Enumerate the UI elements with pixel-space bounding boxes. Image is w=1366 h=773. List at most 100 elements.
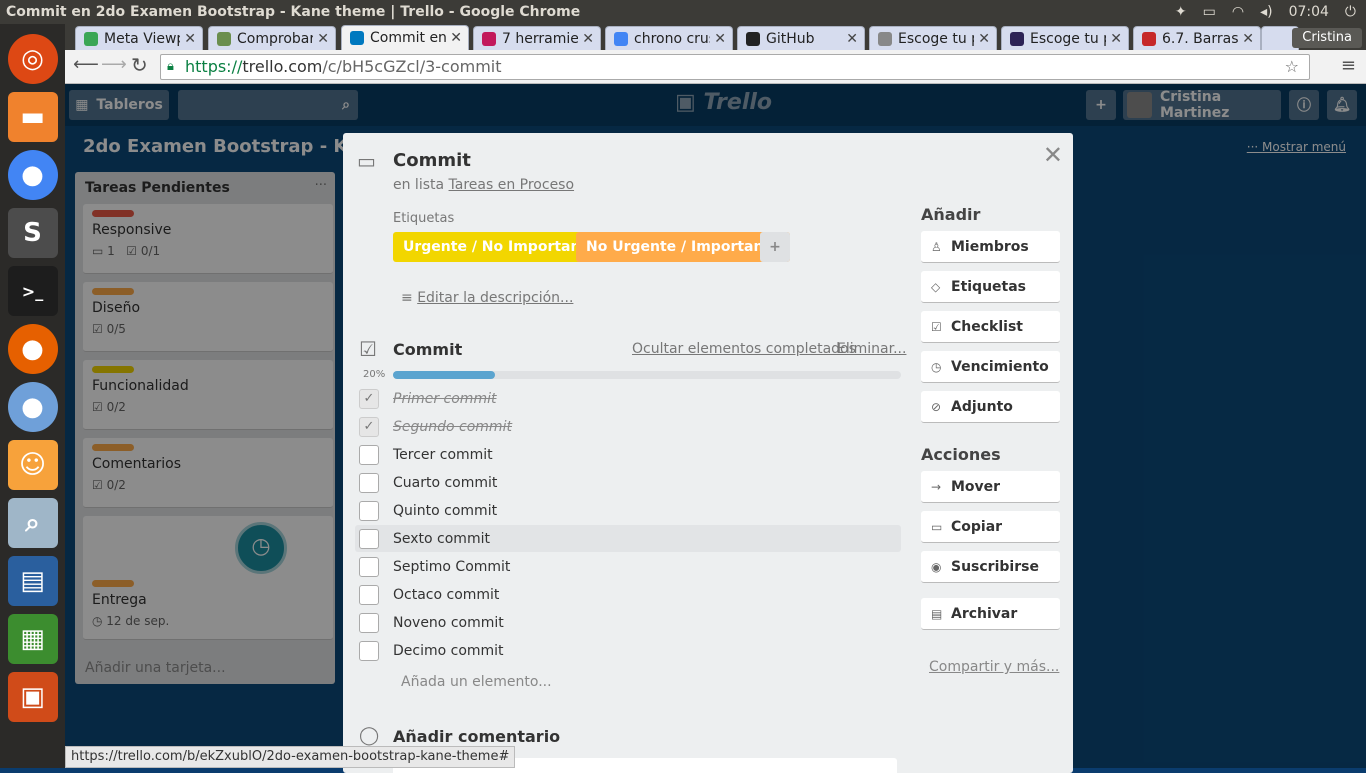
close-tab-icon[interactable]: ✕ [846,31,858,47]
files-icon[interactable]: ▬ [7,92,58,142]
add-adjunto-button[interactable]: ⊘ Adjunto [921,391,1060,423]
favicon-icon [482,31,496,46]
person-icon: ♙ [931,240,942,254]
close-tab-icon[interactable]: ✕ [714,31,726,47]
close-tab-icon[interactable]: ✕ [1110,31,1122,47]
archive-icon: ▤ [931,607,943,621]
close-tab-icon[interactable]: ✕ [1242,31,1254,47]
description-icon: ≡ [401,290,418,306]
add-miembros-button[interactable]: ♙ Miembros [921,231,1060,263]
wifi-icon[interactable]: ◠ [1232,4,1244,20]
tab-6[interactable]: GitHub ✕ [737,26,865,50]
share-more-link[interactable]: Compartir y más... [929,659,1059,675]
dropbox-icon[interactable]: ✦ [1175,4,1187,20]
close-tab-icon[interactable]: ✕ [978,31,990,47]
close-tab-icon[interactable]: ✕ [317,31,329,47]
checklist-item-checkbox[interactable] [359,557,379,577]
card-title[interactable]: Commit [393,150,471,171]
action-suscribirse-button[interactable]: ◉ Suscribirse [921,551,1060,583]
writer-icon[interactable]: ▤ [7,556,58,606]
close-tab-icon[interactable]: ✕ [450,30,462,46]
favicon-icon [746,31,760,46]
add-etiquetas-button[interactable]: ◇ Etiquetas [921,271,1060,303]
comment-icon: ◯ [359,725,380,746]
address-bar[interactable]: 🔒︎ https://trello.com/c/bH5cGZcl/3-commi… [160,54,1310,80]
checklist-item-checkbox[interactable] [359,613,379,633]
scratch-icon[interactable]: ☺ [7,440,58,490]
checklist-item[interactable]: Cuarto commit [393,475,497,491]
label-chip-2[interactable]: No Urgente / Importante [576,232,790,262]
star-icon[interactable]: ☆ [1285,55,1299,79]
checklist-item-checkbox[interactable] [359,445,379,465]
image-viewer-icon[interactable]: ⌕ [7,498,58,548]
checklist-item-checkbox[interactable] [359,473,379,493]
tab-4[interactable]: 7 herramier ✕ [473,26,601,50]
tab-2[interactable]: Comprobar ✕ [208,26,336,50]
checklist-item-checkbox[interactable]: ✓ [359,389,379,409]
checklist-item[interactable]: Sexto commit [393,531,490,547]
checklist-item[interactable]: Noveno commit [393,615,504,631]
delete-checklist-link[interactable]: Eliminar... [837,341,906,357]
ubuntu-dash-icon[interactable]: ◎ [7,34,58,84]
tab-9[interactable]: 6.7. Barras ✕ [1133,26,1261,50]
power-icon[interactable]: ⏻ [1345,4,1356,20]
checklist-title[interactable]: Commit [393,340,462,359]
tab-5[interactable]: chrono crus ✕ [605,26,733,50]
checklist-item[interactable]: Septimo Commit [393,559,510,575]
clock[interactable]: 07:04 [1289,4,1329,20]
label-chip-1[interactable]: Urgente / No Importante [393,232,607,262]
volume-icon[interactable]: ◂) [1260,4,1273,20]
battery-icon[interactable]: ▭ [1203,4,1216,20]
add-checklist-button[interactable]: ☑ Checklist [921,311,1060,343]
sublime-text-icon[interactable]: S [7,208,58,258]
tab-1[interactable]: Meta Viewp ✕ [75,26,203,50]
action-archivar-button[interactable]: ▤ Archivar [921,598,1060,630]
add-label-button[interactable]: + [760,232,790,262]
back-icon[interactable]: ⟵ [73,54,99,75]
checklist-item[interactable]: Decimo commit [393,643,504,659]
checklist-item[interactable]: Primer commit [393,391,496,407]
checklist-icon: ☑ [359,337,377,361]
profile-button[interactable]: Cristina [1292,28,1362,48]
add-vencimiento-button[interactable]: ◷ Vencimiento [921,351,1060,383]
tab-strip: Meta Viewp ✕ Comprobar ✕ Commit en ✕ 7 herrami… [65,24,1366,50]
chromium-icon[interactable]: ● [7,382,58,432]
tab-7[interactable]: Escoge tu p ✕ [869,26,997,50]
close-tab-icon[interactable]: ✕ [184,31,196,47]
action-mover-button[interactable]: → Mover [921,471,1060,503]
checklist-item[interactable]: Segundo commit [393,419,512,435]
hide-completed-link[interactable]: Ocultar elementos completados [632,341,856,357]
in-list-line: en lista Tareas en Proceso [393,177,575,193]
checklist-item[interactable]: Tercer commit [393,447,493,463]
checklist-item[interactable]: Octaco commit [393,587,499,603]
impress-icon[interactable]: ▣ [7,672,58,722]
checklist-item-checkbox[interactable] [359,529,379,549]
checklist-item-checkbox[interactable] [359,641,379,661]
close-tab-icon[interactable]: ✕ [582,31,594,47]
checklist-item-checkbox[interactable] [359,585,379,605]
action-copiar-button[interactable]: ▭ Copiar [921,511,1060,543]
progress-percent: 20% [363,369,386,380]
chrome-icon[interactable]: ● [7,150,58,200]
checklist-item-checkbox[interactable]: ✓ [359,417,379,437]
firefox-icon[interactable]: ● [7,324,58,374]
checklist-item[interactable]: Quinto commit [393,503,497,519]
favicon-icon [614,31,628,46]
edit-description-link[interactable]: ≡ Editar la descripción... [401,290,573,306]
checklist-icon: ☑ [931,320,942,334]
forward-icon[interactable]: ⟶ [101,54,127,75]
reload-icon[interactable]: ↻ [131,53,148,77]
tab-8[interactable]: Escoge tu p ✕ [1001,26,1129,50]
close-icon[interactable]: ✕ [1043,141,1063,169]
list-link[interactable]: Tareas en Proceso [449,177,575,193]
calc-icon[interactable]: ▦ [7,614,58,664]
tab-3[interactable]: Commit en ✕ [341,25,469,50]
add-item-input[interactable]: Añada un elemento... [401,674,552,690]
favicon-icon [217,31,231,46]
attachment-icon: ⊘ [931,400,942,414]
checklist-item-checkbox[interactable] [359,501,379,521]
tag-icon: ◇ [931,280,941,294]
menu-icon[interactable]: ≡ [1341,55,1356,76]
terminal-icon[interactable]: >_ [7,266,58,316]
clock-icon: ◷ [931,360,942,374]
